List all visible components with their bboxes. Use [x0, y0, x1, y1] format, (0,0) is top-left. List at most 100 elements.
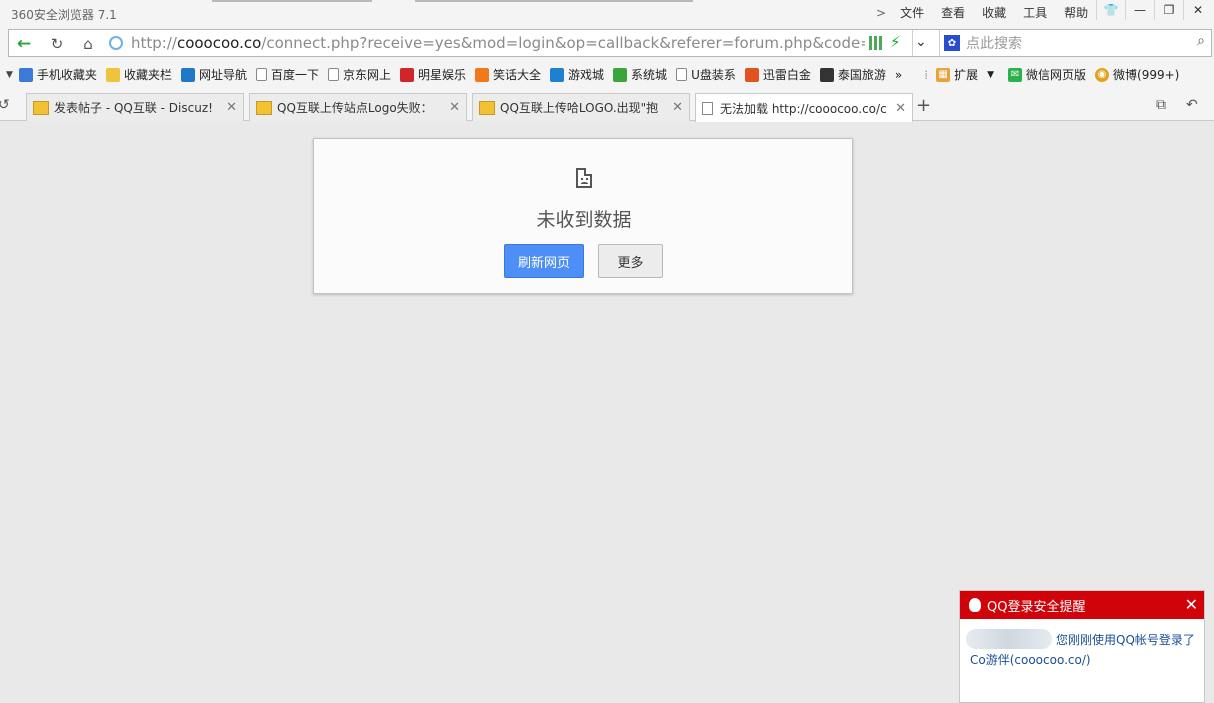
tab-post-thread[interactable]: 发表帖子 - QQ互联 - Discuz! ✕	[26, 93, 244, 121]
url-input[interactable]: http://cooocoo.co/connect.php?receive=ye…	[105, 31, 865, 55]
bookmark-label: 京东网上	[342, 68, 391, 82]
page-icon	[327, 68, 339, 81]
bookmark-item[interactable]: 游戏城	[550, 66, 604, 83]
notification-message-line1[interactable]: 您刚刚使用QQ帐号登录了	[1056, 631, 1195, 648]
back-button[interactable]: ←	[13, 34, 35, 54]
page-icon	[676, 68, 688, 81]
bookmark-item[interactable]: 京东网上	[327, 66, 391, 83]
sad-document-mouth	[581, 182, 588, 185]
weibo-button[interactable]: ◉ 微博(999+)	[1095, 66, 1179, 83]
address-divider	[912, 30, 913, 56]
address-bar: ← ↻ ⌂ http://cooocoo.co/connect.php?rece…	[0, 26, 1214, 60]
minimize-button[interactable]: —	[1125, 0, 1154, 20]
url-path: /connect.php?receive=yes&mod=login&op=ca…	[261, 34, 865, 52]
search-icon[interactable]: ⌕	[1197, 33, 1205, 49]
main-menu: > 文件 查看 收藏 工具 帮助	[876, 4, 1105, 21]
home-button[interactable]: ⌂	[77, 35, 99, 53]
bookmark-item[interactable]: 泰国旅游	[819, 66, 886, 83]
extensions-dropdown-icon[interactable]: ▼	[987, 70, 994, 80]
tab-title: QQ互联上传哈LOGO.出现"抱	[500, 101, 659, 115]
menu-file[interactable]: 文件	[900, 4, 924, 21]
restore-tab-icon[interactable]: ↶	[1186, 97, 1198, 113]
tab-strip: ↺ 发表帖子 - QQ互联 - Discuz! ✕ QQ互联上传站点Logo失败…	[0, 89, 1214, 122]
forum-favicon-icon	[479, 100, 495, 115]
drag-handle-icon[interactable]: ⁞	[924, 68, 928, 82]
skin-button[interactable]: 👕	[1096, 0, 1125, 20]
wechat-web-button[interactable]: ✉ 微信网页版	[1008, 66, 1086, 83]
bookmark-item[interactable]: 网址导航	[180, 66, 247, 83]
thunder-icon	[744, 67, 759, 82]
qq-penguin-icon	[969, 598, 981, 612]
close-window-button[interactable]: ✕	[1183, 0, 1212, 20]
bookmark-list: 手机收藏夹 收藏夹栏 网址导航 百度一下 京东网上 明星娱乐 笑话大全 游戏城 系统城 U盘装系 迅…	[18, 66, 895, 83]
system-city-icon	[613, 67, 628, 82]
bookmark-label: 明星娱乐	[418, 68, 467, 82]
app-title: 360安全浏览器 7.1	[11, 8, 117, 22]
sad-document-eyes	[581, 178, 588, 180]
extensions-button[interactable]: ▦ 扩展	[936, 66, 978, 83]
phone-icon	[18, 67, 33, 82]
notification-body: 您刚刚使用QQ帐号登录了 Co游伴(cooocoo.co/)	[960, 619, 1204, 667]
bookmarks-menu-arrow-icon[interactable]: ▼	[6, 70, 13, 80]
url-prefix: http://	[131, 34, 177, 52]
tab-title: 无法加载 http://cooocoo.co/c	[720, 101, 887, 116]
menu-tools[interactable]: 工具	[1023, 4, 1047, 21]
bookmark-label: 手机收藏夹	[36, 68, 97, 82]
speed-mode-icon[interactable]: ⚡	[890, 33, 901, 51]
tab-logo-upload-failed[interactable]: QQ互联上传站点Logo失败： ✕	[249, 93, 467, 121]
wechat-icon: ✉	[1008, 67, 1022, 82]
bookmark-item[interactable]: 手机收藏夹	[18, 66, 97, 83]
bookmarks-more-button[interactable]: »	[895, 68, 902, 82]
bookmark-label: 收藏夹栏	[123, 68, 172, 82]
chevron-right-icon[interactable]: >	[876, 6, 886, 20]
bookmark-item[interactable]: 明星娱乐	[400, 66, 466, 83]
qr-code-icon[interactable]	[869, 36, 883, 50]
bookmark-item[interactable]: 笑话大全	[475, 66, 541, 83]
folder-icon	[105, 67, 120, 82]
tab-load-failed[interactable]: 无法加载 http://cooocoo.co/c ✕	[695, 93, 913, 122]
notification-header: QQ登录安全提醒 ✕	[960, 591, 1204, 619]
restore-button[interactable]: ❐	[1154, 0, 1183, 20]
bookmark-label: 网址导航	[198, 68, 247, 82]
title-bar-accent	[415, 0, 693, 2]
baidu-paw-icon[interactable]: ✿	[944, 35, 960, 51]
bookmark-item[interactable]: 迅雷白金	[744, 66, 811, 83]
error-card: 未收到数据 刷新网页 更多	[313, 138, 853, 294]
bookmark-item[interactable]: U盘装系	[676, 66, 736, 83]
undo-closed-tab-icon[interactable]: ↺	[0, 97, 10, 113]
tab-title: QQ互联上传站点Logo失败：	[277, 101, 433, 115]
bookmark-label: 百度一下	[270, 68, 319, 82]
more-button[interactable]: 更多	[598, 244, 663, 278]
tab-logo-upload-error[interactable]: QQ互联上传哈LOGO.出现"抱 ✕	[472, 93, 690, 121]
title-bar-accent	[212, 0, 372, 2]
chevron-down-icon[interactable]: ⌄	[915, 34, 927, 50]
bookmark-item[interactable]: 收藏夹栏	[105, 66, 172, 83]
bookmark-item[interactable]: 系统城	[613, 66, 667, 83]
page-icon	[255, 68, 267, 81]
tab-list-icon[interactable]: ⧉	[1156, 97, 1166, 113]
tripadvisor-icon	[819, 67, 834, 82]
url-text: http://cooocoo.co/connect.php?receive=ye…	[131, 34, 865, 52]
bookmark-label: U盘装系	[691, 68, 736, 82]
menu-favorites[interactable]: 收藏	[982, 4, 1006, 21]
notification-close-button[interactable]: ✕	[1185, 595, 1198, 614]
reload-page-button[interactable]: 刷新网页	[504, 244, 584, 278]
tab-close-icon[interactable]: ✕	[226, 100, 237, 115]
bookmark-label: 游戏城	[568, 68, 605, 82]
fruit-icon	[475, 67, 490, 82]
tab-close-icon[interactable]: ✕	[672, 100, 683, 115]
navigation-icon	[180, 67, 195, 82]
tab-close-icon[interactable]: ✕	[895, 101, 906, 116]
bookmark-item[interactable]: 百度一下	[255, 66, 319, 83]
menu-help[interactable]: 帮助	[1064, 4, 1088, 21]
url-domain: cooocoo.co	[176, 34, 262, 52]
qq-security-notification: QQ登录安全提醒 ✕ 您刚刚使用QQ帐号登录了 Co游伴(cooocoo.co/…	[959, 590, 1205, 703]
tab-close-icon[interactable]: ✕	[449, 100, 460, 115]
new-tab-button[interactable]: +	[916, 95, 931, 116]
search-input[interactable]: ✿ 点此搜索 ⌕	[939, 30, 1211, 56]
error-title: 未收到数据	[536, 209, 632, 231]
page-favicon-icon	[702, 101, 713, 115]
menu-view[interactable]: 查看	[941, 4, 965, 21]
reload-button[interactable]: ↻	[46, 35, 68, 53]
notification-message-line2[interactable]: Co游伴(cooocoo.co/)	[970, 651, 1091, 668]
